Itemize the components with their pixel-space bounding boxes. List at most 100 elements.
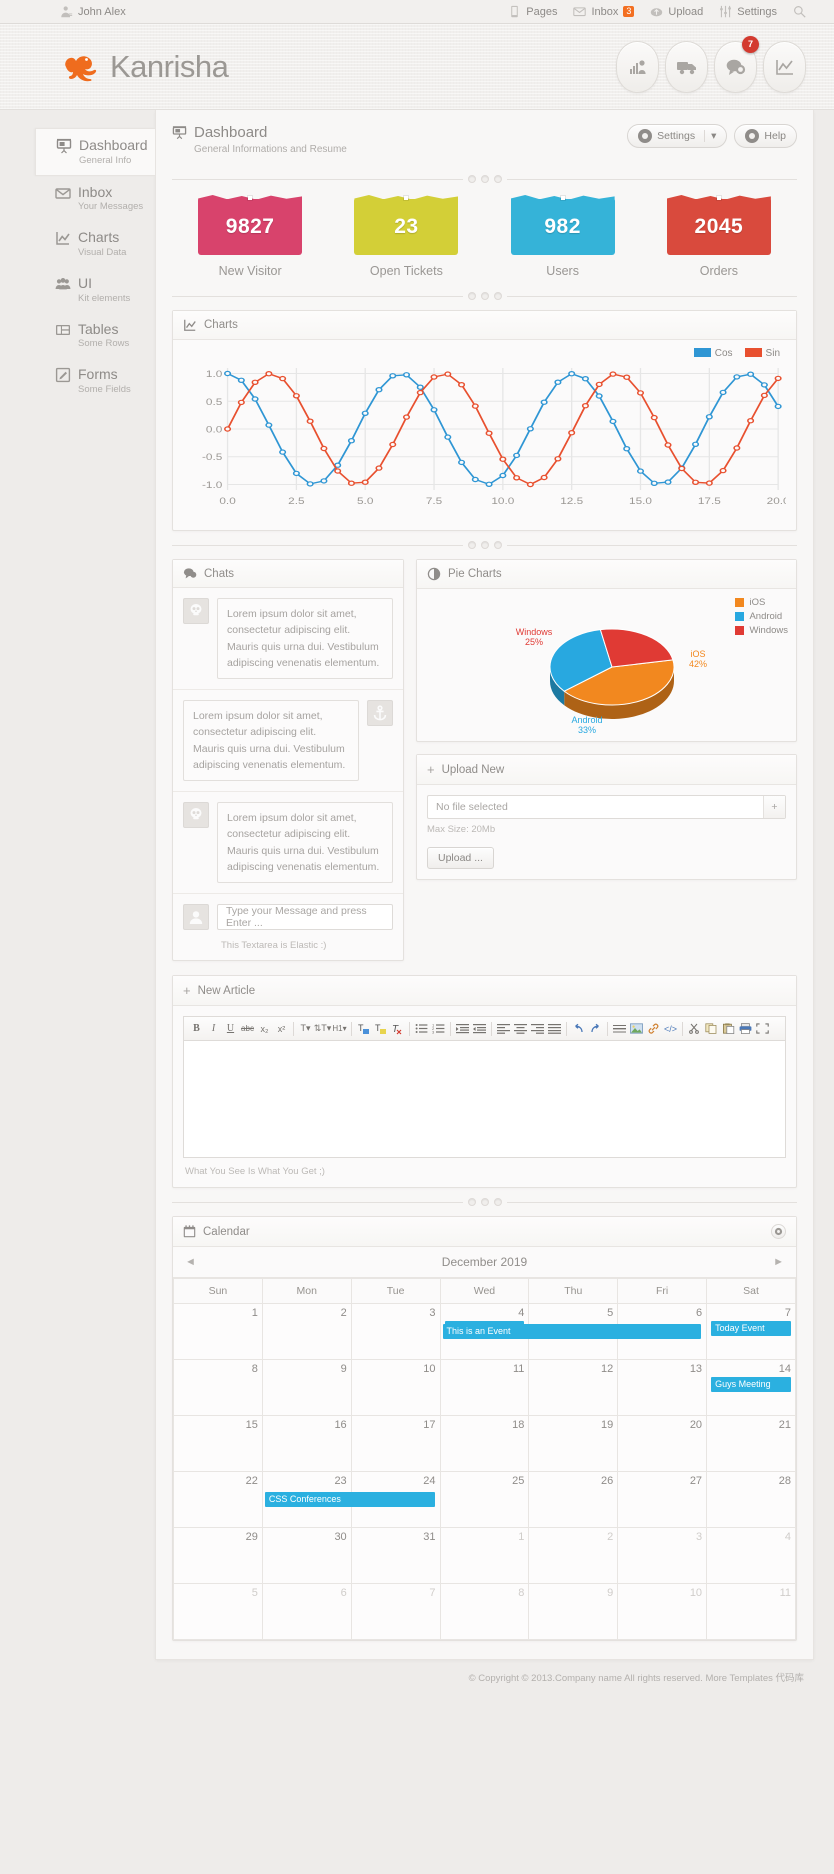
numbered-list-button[interactable]: 123 <box>430 1020 447 1037</box>
calendar-day-cell[interactable]: 17 <box>350 1415 441 1473</box>
insert-image-button[interactable] <box>628 1020 645 1037</box>
pie-legend-item-windows[interactable]: Windows <box>735 625 788 636</box>
topbar-item-upload[interactable]: Upload <box>650 5 703 18</box>
calendar-day-cell[interactable]: 6 <box>261 1583 352 1641</box>
calendar-day-cell[interactable]: 14 Guys Meeting <box>706 1359 796 1417</box>
stat-box[interactable]: 23 Open Tickets <box>354 196 459 278</box>
redo-button[interactable] <box>587 1020 604 1037</box>
calendar-day-cell[interactable]: 3 <box>350 1303 441 1361</box>
insert-link-button[interactable] <box>645 1020 662 1037</box>
sidebar-item-ui[interactable]: UI Kit elements <box>45 267 155 313</box>
underline-button[interactable]: U <box>222 1020 239 1037</box>
chevron-down-icon[interactable]: ▾ <box>704 130 716 142</box>
heading-button[interactable]: H1▾ <box>331 1020 348 1037</box>
sidebar-item-dashboard[interactable]: Dashboard General Info <box>35 128 155 176</box>
align-right-button[interactable] <box>529 1020 546 1037</box>
topbar-item-settings[interactable]: Settings <box>719 5 777 18</box>
stat-box[interactable]: 9827 New Visitor <box>198 196 303 278</box>
calendar-day-cell[interactable]: 5 <box>173 1583 263 1641</box>
calendar-prev-button[interactable]: ◄ <box>185 1256 196 1268</box>
sidebar-item-inbox[interactable]: Inbox Your Messages <box>45 176 155 222</box>
calendar-day-cell[interactable]: 18 <box>439 1415 530 1473</box>
calendar-day-cell[interactable]: 22 <box>173 1471 263 1529</box>
source-code-button[interactable]: </> <box>662 1020 679 1037</box>
header-button-shipping[interactable] <box>665 40 708 93</box>
calendar-day-cell[interactable]: 12 <box>528 1359 619 1417</box>
bullet-list-button[interactable] <box>413 1020 430 1037</box>
bold-button[interactable]: B <box>188 1020 205 1037</box>
paste-button[interactable] <box>720 1020 737 1037</box>
header-button-charts[interactable] <box>763 40 806 93</box>
line-chart[interactable]: Cos Sin 1.0 0.5 0.0 -0.5 -1.0 0.0 2.5 5.0 7.5 10.… <box>183 348 790 520</box>
print-button[interactable] <box>737 1020 754 1037</box>
calendar-day-cell[interactable]: 28 <box>706 1471 796 1529</box>
calendar-day-cell[interactable]: 4This is an Event10:30a A Task <box>439 1303 701 1361</box>
clear-format-button[interactable]: T <box>389 1020 406 1037</box>
text-color-button[interactable]: T <box>355 1020 372 1037</box>
calendar-day-cell[interactable]: 19 <box>528 1415 619 1473</box>
calendar-day-cell[interactable]: 10 <box>617 1583 708 1641</box>
topbar-item-search[interactable] <box>793 5 806 18</box>
help-button[interactable]: Help <box>734 124 797 148</box>
calendar-day-cell[interactable]: 26 <box>528 1471 619 1529</box>
user-menu[interactable]: John Alex <box>60 5 126 18</box>
calendar-day-cell[interactable]: 11 <box>706 1583 796 1641</box>
topbar-item-inbox[interactable]: Inbox 3 <box>573 5 635 18</box>
outdent-button[interactable] <box>471 1020 488 1037</box>
calendar-day-cell[interactable]: 4 <box>706 1527 796 1585</box>
pie-chart-svg[interactable]: iOS42% Android33% Windows25% <box>492 595 722 741</box>
legend-item-sin[interactable]: Sin <box>744 348 780 359</box>
calendar-day-cell[interactable]: 27 <box>617 1471 708 1529</box>
font-family-button[interactable]: T▾ <box>297 1020 314 1037</box>
strikethrough-button[interactable]: abc <box>239 1020 256 1037</box>
calendar-settings-button[interactable] <box>771 1224 786 1240</box>
pie-legend-item-android[interactable]: Android <box>735 611 788 622</box>
superscript-button[interactable]: x² <box>273 1020 290 1037</box>
calendar-day-cell[interactable]: 16 <box>261 1415 352 1473</box>
calendar-event[interactable]: This is an Event <box>442 1324 701 1340</box>
calendar-day-cell[interactable]: 7 <box>350 1583 441 1641</box>
calendar-next-button[interactable]: ► <box>773 1256 784 1268</box>
copy-button[interactable] <box>703 1020 720 1037</box>
cut-button[interactable] <box>686 1020 703 1037</box>
calendar-day-cell[interactable]: 25 <box>439 1471 530 1529</box>
subscript-button[interactable]: x₂ <box>256 1020 273 1037</box>
legend-item-cos[interactable]: Cos <box>693 348 733 359</box>
article-editor[interactable] <box>183 1040 786 1159</box>
indent-button[interactable] <box>454 1020 471 1037</box>
calendar-event[interactable]: Guys Meeting <box>711 1377 791 1393</box>
italic-button[interactable]: I <box>205 1020 222 1037</box>
calendar-day-cell[interactable]: 8 <box>439 1583 530 1641</box>
calendar-day-cell[interactable]: 9 <box>528 1583 619 1641</box>
calendar-day-cell[interactable]: 2 <box>261 1303 352 1361</box>
header-button-users[interactable] <box>616 40 659 93</box>
calendar-day-cell[interactable]: 7 Today Event <box>706 1303 796 1361</box>
fullscreen-button[interactable] <box>754 1020 771 1037</box>
calendar-day-cell[interactable]: 23 CSS Conferences <box>261 1471 436 1529</box>
calendar-day-cell[interactable]: 2 <box>528 1527 619 1585</box>
topbar-item-pages[interactable]: Pages <box>508 5 557 18</box>
horizontal-rule-button[interactable] <box>611 1020 628 1037</box>
sidebar-item-tables[interactable]: Tables Some Rows <box>45 313 155 359</box>
align-center-button[interactable] <box>512 1020 529 1037</box>
settings-button[interactable]: Settings ▾ <box>627 124 728 148</box>
calendar-day-cell[interactable]: 1 <box>173 1303 263 1361</box>
stat-box[interactable]: 2045 Orders <box>666 196 771 278</box>
sidebar-item-charts[interactable]: Charts Visual Data <box>45 221 155 267</box>
calendar-event[interactable]: Today Event <box>711 1321 791 1337</box>
calendar-day-cell[interactable]: 20 <box>617 1415 708 1473</box>
calendar-day-cell[interactable]: 15 <box>173 1415 263 1473</box>
pie-legend-item-ios[interactable]: iOS <box>735 597 788 608</box>
calendar-day-cell[interactable]: 21 <box>706 1415 796 1473</box>
calendar-day-cell[interactable]: 11 <box>439 1359 530 1417</box>
add-file-button[interactable]: + <box>763 796 785 818</box>
justify-button[interactable] <box>546 1020 563 1037</box>
upload-button[interactable]: Upload ... <box>427 847 494 869</box>
sidebar-item-forms[interactable]: Forms Some Fields <box>45 358 155 404</box>
calendar-day-cell[interactable]: 30 <box>261 1527 352 1585</box>
brand-logo[interactable]: Kanrisha <box>60 47 229 87</box>
stat-box[interactable]: 982 Users <box>510 196 615 278</box>
chat-message-input[interactable]: Type your Message and press Enter ... <box>217 904 393 931</box>
calendar-day-cell[interactable]: 31 <box>350 1527 441 1585</box>
undo-button[interactable] <box>570 1020 587 1037</box>
